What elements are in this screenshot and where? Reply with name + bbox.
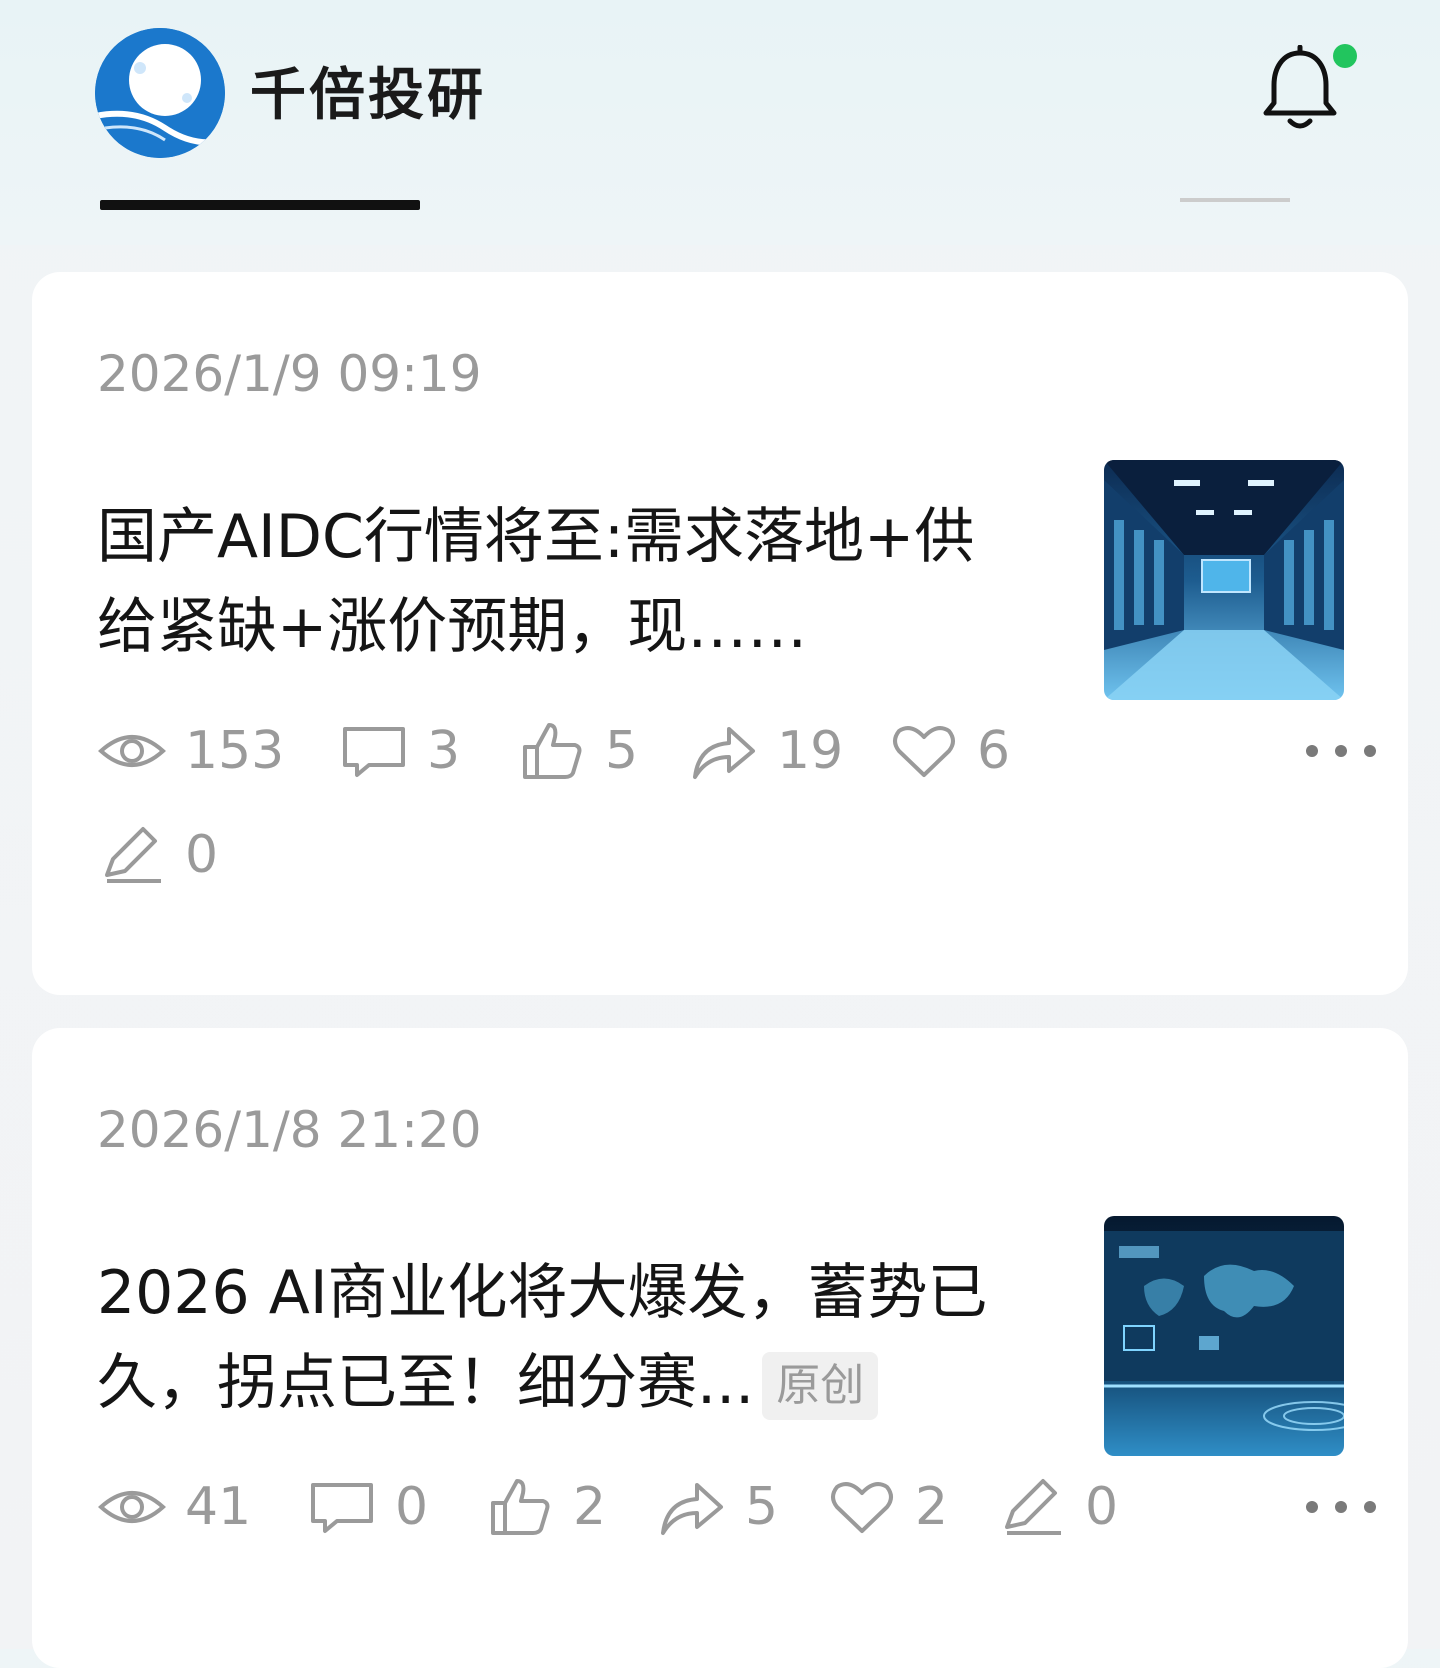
post-stats: 41 0 2 5 2 0: [97, 1472, 1397, 1542]
app-title: 千倍投研: [250, 63, 486, 128]
post-title-text: 国产AIDC行情将至:需求落地+供给紧缺+涨价预期，现……: [97, 502, 975, 662]
views-stat: 153: [97, 716, 284, 786]
original-badge: 原创: [762, 1352, 879, 1421]
edits-count: 0: [185, 825, 219, 885]
comments-stat[interactable]: 3: [339, 716, 460, 786]
post-card[interactable]: 2026/1/8 21:20 2026 AI商业化将大爆发，蓄势已久，拐点已至！…: [32, 1028, 1408, 1668]
eye-icon: [98, 1491, 166, 1523]
edits-count: 0: [1085, 1477, 1119, 1537]
post-stats: 153 3 5 19 6: [97, 716, 1397, 786]
shares-count: 5: [745, 1477, 779, 1537]
likes-count: 2: [573, 1477, 607, 1537]
more-options-icon[interactable]: [1306, 1492, 1376, 1522]
shares-stat[interactable]: 19: [689, 716, 843, 786]
app-header: 千倍投研: [0, 0, 1440, 245]
favorites-count: 6: [977, 721, 1011, 781]
pen-icon: [105, 827, 161, 883]
likes-count: 5: [605, 721, 639, 781]
likes-stat[interactable]: 5: [517, 716, 638, 786]
comments-count: 3: [427, 721, 461, 781]
shares-stat[interactable]: 5: [657, 1472, 778, 1542]
shares-count: 19: [777, 721, 844, 781]
edits-stat[interactable]: 0: [997, 1472, 1118, 1542]
comment-icon: [311, 1483, 373, 1533]
favorites-count: 2: [915, 1477, 949, 1537]
notification-dot: [1333, 44, 1357, 68]
post-title[interactable]: 2026 AI商业化将大爆发，蓄势已久，拐点已至！细分赛... 原创: [97, 1248, 1017, 1428]
more-options-icon[interactable]: [1306, 736, 1376, 766]
heart-icon: [893, 726, 955, 777]
scrolled-divider: [1180, 198, 1290, 202]
post-title[interactable]: 国产AIDC行情将至:需求落地+供给紧缺+涨价预期，现……: [97, 492, 997, 672]
post-card[interactable]: 2026/1/9 09:19 国产AIDC行情将至:需求落地+供给紧缺+涨价预期…: [32, 272, 1408, 995]
comments-count: 0: [395, 1477, 429, 1537]
comment-icon: [343, 727, 405, 777]
scrolled-section-title: [100, 196, 430, 214]
likes-stat[interactable]: 2: [485, 1472, 606, 1542]
thumbs-up-icon: [491, 1479, 550, 1535]
views-stat: 41: [97, 1472, 251, 1542]
edits-stat[interactable]: 0: [97, 820, 218, 890]
post-date: 2026/1/9 09:19: [97, 345, 482, 403]
share-arrow-icon: [693, 727, 755, 779]
thumbs-up-icon: [523, 723, 582, 779]
post-stats-row-2: 0: [97, 820, 397, 890]
post-date: 2026/1/8 21:20: [97, 1101, 482, 1159]
favorites-stat[interactable]: 2: [827, 1472, 948, 1542]
pen-icon: [1005, 1479, 1061, 1535]
share-arrow-icon: [661, 1483, 723, 1535]
favorites-stat[interactable]: 6: [889, 716, 1010, 786]
views-count: 41: [185, 1477, 252, 1537]
comments-stat[interactable]: 0: [307, 1472, 428, 1542]
app-logo[interactable]: [95, 28, 225, 158]
notification-bell-icon[interactable]: [1260, 44, 1340, 135]
eye-icon: [98, 735, 166, 767]
post-thumbnail[interactable]: [1104, 460, 1344, 700]
post-thumbnail[interactable]: [1104, 1216, 1344, 1456]
heart-icon: [831, 1482, 893, 1533]
views-count: 153: [185, 721, 285, 781]
